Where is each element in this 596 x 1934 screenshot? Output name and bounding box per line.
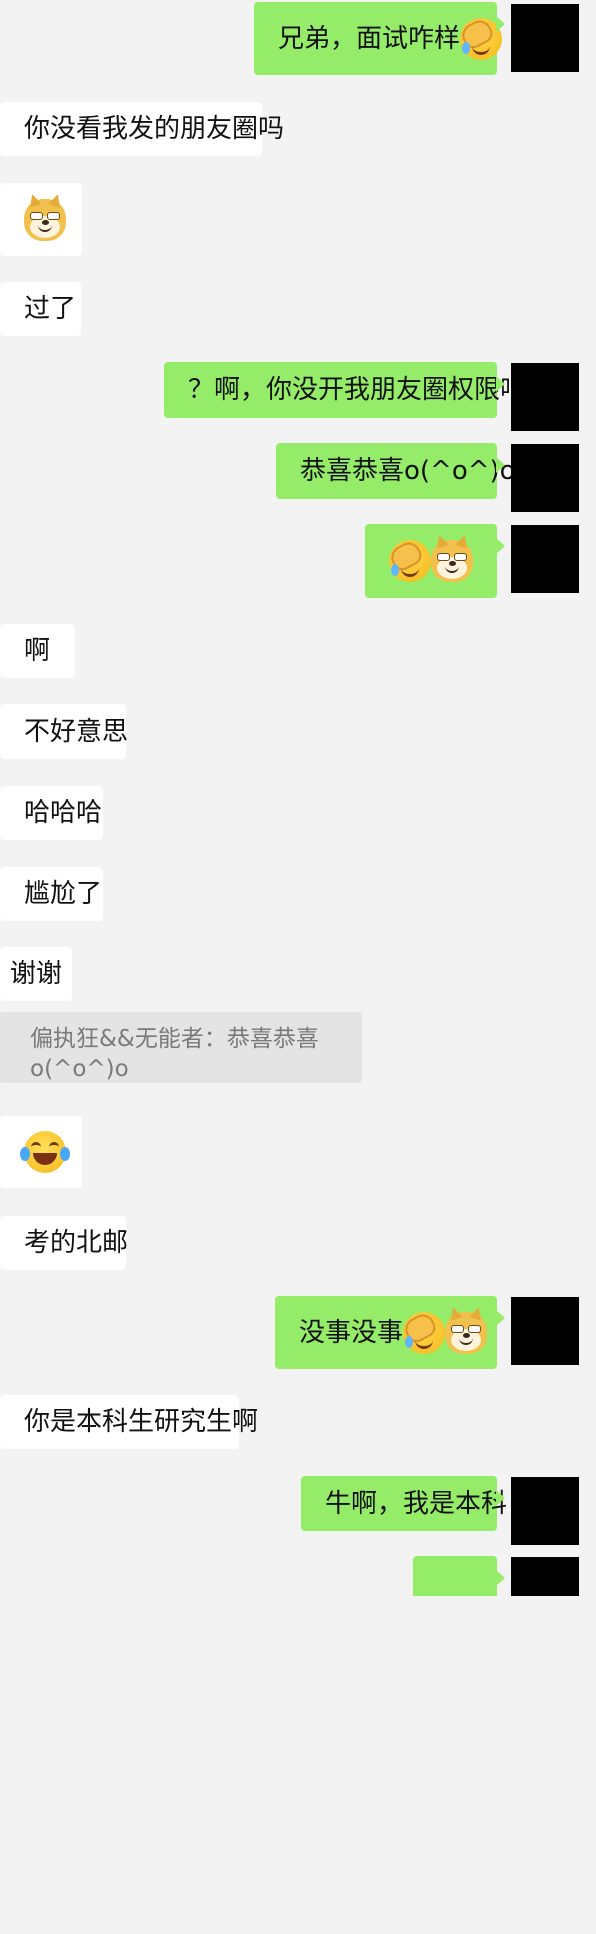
message-bubble-incoming[interactable]: 你没看我发的朋友圈吗 bbox=[0, 102, 284, 156]
facepalm-emoji-icon bbox=[458, 15, 503, 60]
quoted-message[interactable]: 偏执狂&&无能者：恭喜恭喜o(^o^)o bbox=[0, 1012, 362, 1083]
avatar[interactable] bbox=[511, 1297, 579, 1365]
message-bubble-outgoing[interactable] bbox=[365, 524, 505, 598]
message-bubble-incoming[interactable]: 谢谢 bbox=[0, 947, 72, 1001]
avatar[interactable] bbox=[511, 444, 579, 512]
message-bubble-outgoing-partial[interactable] bbox=[413, 1556, 505, 1596]
quote-separator: ： bbox=[203, 1026, 227, 1052]
avatar[interactable] bbox=[511, 1557, 579, 1596]
avatar[interactable] bbox=[511, 363, 579, 431]
message-bubble-outgoing[interactable]: 牛啊，我是本科 bbox=[301, 1476, 507, 1531]
message-bubble-incoming[interactable]: 不好意思 bbox=[0, 704, 129, 759]
message-bubble-incoming[interactable]: 考的北邮 bbox=[0, 1216, 129, 1270]
quote-author: 偏执狂&&无能者 bbox=[30, 1026, 204, 1052]
message-bubble-incoming[interactable]: 过了 bbox=[0, 282, 81, 336]
doge-emoji-icon bbox=[445, 1311, 488, 1354]
message-bubble-incoming[interactable] bbox=[0, 183, 82, 256]
message-bubble-outgoing[interactable]: 恭喜恭喜o(^o^)o bbox=[276, 443, 516, 499]
doge-emoji-icon bbox=[431, 540, 473, 582]
message-bubble-incoming[interactable]: 啊 bbox=[0, 624, 75, 678]
message-text: 恭喜恭喜o(^o^)o bbox=[300, 456, 516, 486]
facepalm-emoji-icon bbox=[387, 538, 431, 582]
message-bubble-incoming[interactable] bbox=[0, 1116, 82, 1188]
message-bubble-incoming[interactable]: 尴尬了 bbox=[0, 867, 103, 921]
doge-emoji-icon bbox=[24, 198, 66, 241]
message-text: 牛啊，我是本科 bbox=[325, 1488, 508, 1519]
avatar[interactable] bbox=[511, 525, 579, 593]
message-bubble-outgoing[interactable]: 没事没事 bbox=[275, 1296, 505, 1369]
message-text: 考的北邮 bbox=[24, 1228, 129, 1258]
facepalm-emoji-icon bbox=[401, 1309, 446, 1354]
avatar[interactable] bbox=[511, 1477, 579, 1545]
message-bubble-incoming[interactable]: 哈哈哈 bbox=[0, 786, 103, 840]
message-bubble-outgoing[interactable]: 兄弟，面试咋样 bbox=[254, 2, 505, 75]
message-text: 兄弟，面试咋样 bbox=[278, 23, 461, 54]
message-text: 谢谢 bbox=[10, 959, 63, 989]
message-text: 哈哈哈 bbox=[24, 798, 103, 828]
message-bubble-outgoing[interactable]: ？啊，你没开我朋友圈权限吧 bbox=[164, 362, 526, 418]
message-text: 不好意思 bbox=[24, 716, 129, 747]
message-bubble-incoming[interactable]: 你是本科生研究生啊 bbox=[0, 1395, 258, 1449]
message-text: 啊 bbox=[24, 636, 51, 666]
message-text: 过了 bbox=[24, 294, 77, 324]
avatar[interactable] bbox=[511, 4, 579, 72]
message-text: 你没看我发的朋友圈吗 bbox=[24, 114, 285, 144]
message-text: 尴尬了 bbox=[24, 879, 103, 909]
message-text: 你是本科生研究生啊 bbox=[24, 1407, 259, 1437]
message-text: ？啊，你没开我朋友圈权限吧 bbox=[188, 375, 527, 405]
tears-of-joy-emoji-icon bbox=[20, 1131, 70, 1173]
message-text: 没事没事 bbox=[299, 1317, 404, 1348]
